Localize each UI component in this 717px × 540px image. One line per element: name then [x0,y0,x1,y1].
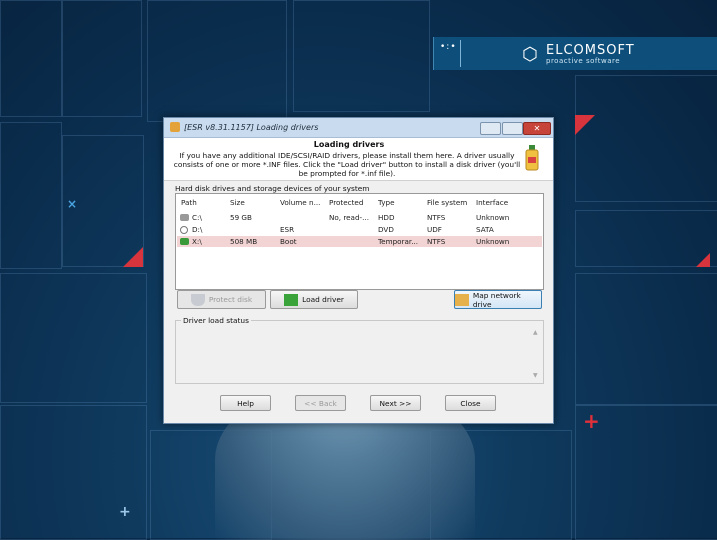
map-network-drive-label: Map network drive [472,290,521,309]
table-header: Path Size Volume n... Protected Type Fil… [176,194,543,208]
close-window-button[interactable]: ✕ [523,122,551,135]
title-bar[interactable]: [ESR v8.31.1157] Loading drivers ✕ [164,118,553,138]
column-header-size[interactable]: Size [230,198,245,207]
cell-type: Temporar... [378,237,419,246]
cell-volume: Boot [280,237,297,246]
brand-dots-icon: •:• [440,42,457,52]
driver-bottle-icon [525,145,539,171]
red-corner-marker [575,115,595,135]
scroll-up-icon[interactable]: ▲ [533,329,538,336]
protect-disk-button[interactable]: Protect disk [177,290,266,309]
driver-load-status-box: Driver load status ▲ ▼ [175,316,544,384]
cell-type: DVD [378,225,394,234]
column-header-path[interactable]: Path [181,198,197,207]
column-header-interface[interactable]: Interface [476,198,508,207]
cell-filesystem: NTFS [427,237,446,246]
close-button[interactable]: Close [445,395,496,411]
cell-path: C:\ [192,213,202,222]
driver-load-status-label: Driver load status [181,316,251,325]
column-header-filesystem[interactable]: File system [427,198,467,207]
column-header-type[interactable]: Type [378,198,395,207]
header-description: If you have any additional IDE/SCSI/RAID… [173,151,521,178]
cell-interface: SATA [476,225,494,234]
table-row[interactable]: D:\ ESR DVD UDF SATA [177,224,542,235]
loading-drivers-window: [ESR v8.31.1157] Loading drivers ✕ Loadi… [163,117,554,424]
cell-path: X:\ [192,237,202,246]
cell-interface: Unknown [476,213,510,222]
cd-icon [180,226,188,234]
load-driver-label: Load driver [302,295,344,304]
red-corner-marker [123,247,143,267]
header-area: Loading drivers If you have any addition… [164,138,553,181]
table-row[interactable]: C:\ 59 GB No, read-... HDD NTFS Unknown [177,212,542,223]
grid-cell [0,122,62,269]
grid-cell [0,273,147,403]
devices-table: Path Size Volume n... Protected Type Fil… [175,193,544,290]
table-row-selected[interactable]: X:\ 508 MB Boot Temporar... NTFS Unknown [177,236,542,247]
column-header-volume[interactable]: Volume n... [280,198,320,207]
window-title: [ESR v8.31.1157] Loading drivers [184,123,319,132]
help-button[interactable]: Help [220,395,271,411]
cross-marker-icon: × [67,197,78,211]
cell-filesystem: NTFS [427,213,446,222]
grid-cell [62,0,142,117]
cell-size: 508 MB [230,237,258,246]
grid-cell [575,273,717,405]
column-header-protected[interactable]: Protected [329,198,363,207]
download-arrow-icon [284,293,299,306]
next-button[interactable]: Next >> [370,395,421,411]
grid-cell [575,75,717,202]
cell-filesystem: UDF [427,225,442,234]
cell-path: D:\ [192,225,203,234]
cell-interface: Unknown [476,237,510,246]
cell-protected: No, read-... [329,213,369,222]
grid-cell [293,0,430,112]
cell-type: HDD [378,213,395,222]
grid-cell [0,0,62,117]
brand-separator [460,40,461,67]
brand-tagline: proactive software [546,57,621,65]
plus-marker-icon: + [583,409,600,433]
hdd-icon [180,214,189,221]
protect-disk-label: Protect disk [208,295,253,304]
network-drive-icon [455,293,469,306]
cell-size: 59 GB [230,213,252,222]
status-scrollbar[interactable]: ▲ ▼ [531,329,541,379]
usb-icon [180,238,189,245]
minimize-button[interactable] [480,122,501,135]
red-corner-marker [696,253,710,267]
load-driver-button[interactable]: Load driver [270,290,358,309]
app-icon [170,122,180,132]
devices-section-label: Hard disk drives and storage devices of … [175,184,370,193]
map-network-drive-button[interactable]: Map network drive [454,290,542,309]
maximize-button[interactable] [502,122,523,135]
header-title: Loading drivers [313,140,385,149]
plus-marker-icon: + [119,504,131,520]
shield-icon [190,293,205,306]
grid-cell [147,0,287,122]
brand-name: ELCOMSOFT [546,43,635,58]
scroll-down-icon[interactable]: ▼ [533,372,538,379]
back-button[interactable]: << Back [295,395,346,411]
cell-volume: ESR [280,225,295,234]
elcomsoft-logo-icon: ⬡ [522,44,538,65]
